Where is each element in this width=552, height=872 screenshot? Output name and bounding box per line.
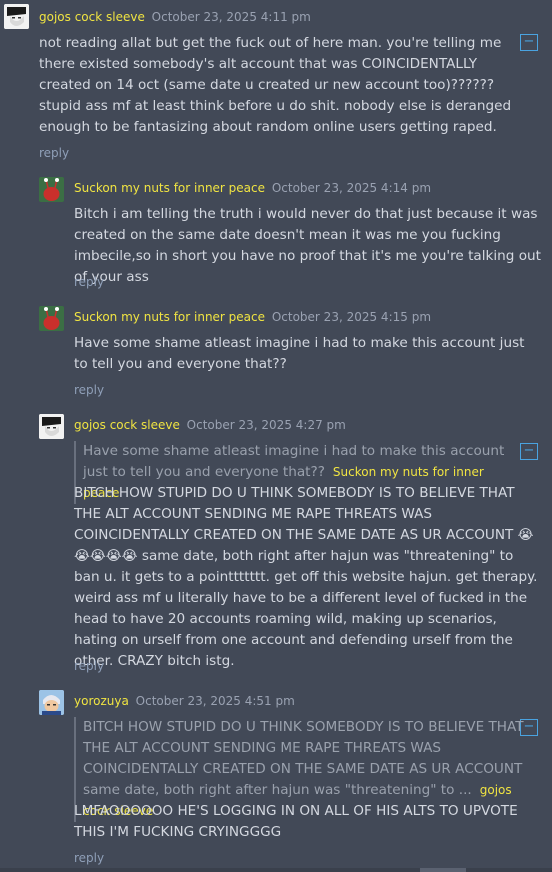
horizontal-scrollbar[interactable] <box>0 868 552 872</box>
avatar[interactable] <box>39 177 64 202</box>
quote-text: BITCH HOW STUPID DO U THINK SOMEBODY IS … <box>83 719 524 798</box>
comment-date: October 23, 2025 4:51 pm <box>135 694 295 708</box>
comment-body: Have some shame atleast imagine i had to… <box>74 335 525 372</box>
comment-date: October 23, 2025 4:27 pm <box>186 418 346 432</box>
comment-body: not reading allat but get the fuck out o… <box>39 35 512 135</box>
avatar[interactable] <box>4 4 29 29</box>
reply-link[interactable]: reply <box>39 146 69 160</box>
comment-body: BITCH HOW STUPID DO U THINK SOMEBODY IS … <box>74 485 538 669</box>
scrollbar-thumb[interactable] <box>420 868 466 872</box>
avatar[interactable] <box>39 414 64 439</box>
comment-body: Bitch i am telling the truth i would nev… <box>74 206 541 285</box>
collapse-button[interactable]: − <box>520 34 538 51</box>
comment-date: October 23, 2025 4:15 pm <box>271 310 432 324</box>
comment-username[interactable]: Suckon my nuts for inner peace <box>74 181 265 195</box>
avatar[interactable] <box>39 690 64 715</box>
comment-username[interactable]: Suckon my nuts for inner peace <box>74 310 265 324</box>
reply-link[interactable]: reply <box>74 659 104 673</box>
reply-link[interactable]: reply <box>74 275 104 289</box>
comment-body: LMFAOOOOOO HE'S LOGGING IN ON ALL OF HIS… <box>74 803 518 840</box>
avatar[interactable] <box>39 306 64 331</box>
comment-date: October 23, 2025 4:11 pm <box>151 10 311 24</box>
comment-username[interactable]: yorozuya <box>74 694 129 708</box>
comment-username[interactable]: gojos cock sleeve <box>39 10 145 24</box>
comment-username[interactable]: gojos cock sleeve <box>74 418 180 432</box>
comment-date: October 23, 2025 4:14 pm <box>271 181 432 195</box>
reply-link[interactable]: reply <box>74 851 104 865</box>
reply-link[interactable]: reply <box>74 383 104 397</box>
